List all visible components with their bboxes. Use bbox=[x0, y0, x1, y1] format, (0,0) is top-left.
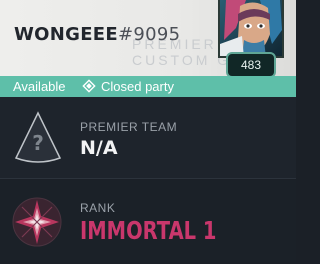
rank-value: IMMORTAL 1 bbox=[80, 216, 217, 245]
rank-label: RANK bbox=[80, 201, 116, 215]
svg-text:?: ? bbox=[32, 131, 44, 155]
player-tag: #9095 bbox=[117, 24, 181, 45]
rank-section[interactable]: RANK IMMORTAL 1 bbox=[0, 180, 296, 262]
premier-team-value: N/A bbox=[80, 137, 118, 159]
avatar-portrait-icon bbox=[220, 0, 282, 56]
player-name: WONGEEE#9095 bbox=[14, 24, 180, 45]
premier-team-section[interactable]: ? PREMIER TEAM N/A bbox=[0, 97, 296, 179]
premier-team-label: PREMIER TEAM bbox=[80, 120, 178, 134]
player-name-text: WONGEEE bbox=[14, 24, 118, 45]
premier-team-unknown-icon: ? bbox=[14, 111, 62, 163]
player-profile-card: PREMIER CUSTOM G WONGEEE#9095 483 Availa… bbox=[0, 0, 296, 264]
party-status[interactable]: Closed party bbox=[101, 79, 174, 94]
immortal-rank-icon bbox=[12, 197, 62, 247]
availability-status[interactable]: Available bbox=[13, 79, 66, 94]
account-level-badge: 483 bbox=[226, 52, 276, 78]
status-bar: Available Closed party bbox=[0, 76, 296, 97]
player-card-avatar[interactable] bbox=[218, 0, 284, 58]
closed-party-icon bbox=[82, 79, 96, 93]
